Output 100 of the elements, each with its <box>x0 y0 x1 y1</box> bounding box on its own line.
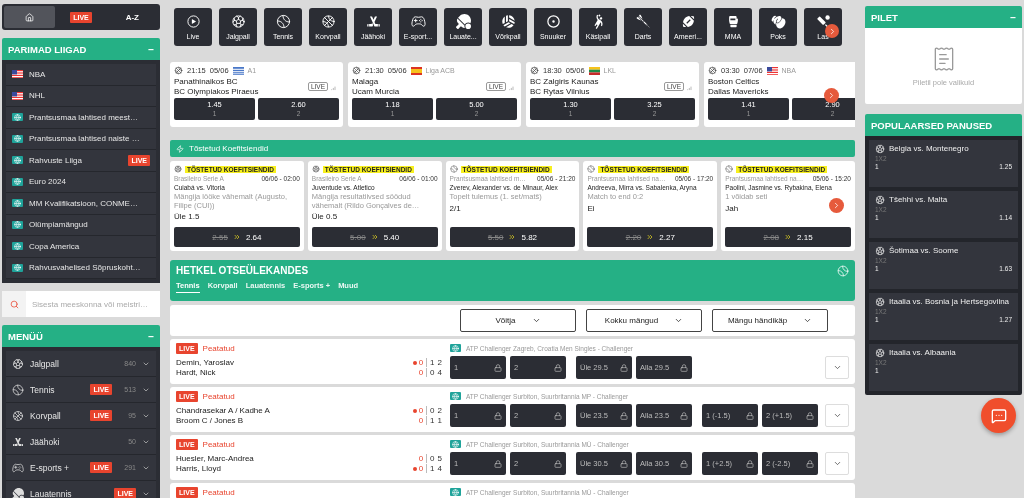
odds-button[interactable]: 5.00 5.40 <box>311 227 438 247</box>
sidebar-tab[interactable] <box>4 6 56 28</box>
chevron-down-icon <box>674 316 684 325</box>
chat-icon <box>990 407 1007 424</box>
tennis-ball-icon <box>837 265 849 277</box>
player-name: Hardt, Nick <box>176 368 217 377</box>
game-points: 0 <box>418 406 428 415</box>
lock-icon <box>494 459 502 468</box>
double-chevron-icon <box>508 233 517 241</box>
basketball-icon <box>530 66 539 75</box>
set-score: 5 <box>437 454 442 463</box>
market-dropdown[interactable]: Kokku mängud <box>586 309 702 332</box>
odds-button[interactable]: 2.20 2.27 <box>587 227 714 247</box>
panel-title: MENÜÜ <box>8 330 43 342</box>
globe-icon <box>450 392 461 400</box>
team-name: Boston Celtics <box>708 77 761 86</box>
selection: Jah <box>725 203 739 213</box>
league-item[interactable]: MM Kvalifikatsioon, CONME… <box>6 193 156 215</box>
team-name: Malaga <box>352 77 380 86</box>
player-name: Demin, Yaroslav <box>176 358 235 367</box>
lock-icon <box>746 411 754 420</box>
double-chevron-icon <box>784 233 793 241</box>
league-item[interactable]: Rahvusvahelised Sõpruskoht… <box>6 257 156 279</box>
league-item[interactable]: Copa America <box>6 236 156 258</box>
team-name: Ucam Murcia <box>352 87 400 96</box>
selection: Ei <box>587 203 595 213</box>
football-icon <box>875 144 885 154</box>
set-score: 0 <box>430 406 435 415</box>
chevron-right-icon <box>832 201 841 210</box>
basketball-icon <box>352 66 361 75</box>
lock-icon <box>680 363 688 372</box>
set-score: 1 <box>430 358 435 367</box>
league-item[interactable]: Prantsusmaa lahtised naiste … <box>6 128 156 150</box>
match-name: Tšehhi vs. Malta <box>889 195 948 204</box>
game-points: 0 <box>418 368 428 377</box>
lock-icon <box>806 411 814 420</box>
odds-button[interactable]: 2.55 2.64 <box>174 227 300 247</box>
lock-icon <box>554 459 562 468</box>
globe-icon <box>450 344 461 352</box>
search-field[interactable]: Sisesta meeskonna või meistri… <box>2 291 160 317</box>
match-name: Belgia vs. Montenegro <box>889 144 969 153</box>
chevron-down-icon <box>832 363 842 372</box>
chevron-down-icon <box>803 316 813 325</box>
panel-title: POPULAARSED PANUSED <box>871 119 993 131</box>
team-name: Dallas Mavericks <box>708 87 769 96</box>
lock-icon <box>554 363 562 372</box>
team-name: Panathinaikos BC <box>174 77 239 86</box>
chevron-right-icon <box>827 91 836 100</box>
football-icon <box>875 195 885 205</box>
chevron-down-icon <box>531 316 541 325</box>
player-name: Chandrasekar A / Kadhe A <box>176 406 271 415</box>
lock-icon <box>554 411 562 420</box>
football-icon <box>875 297 885 307</box>
league-item[interactable]: Prantsusmaa lahtised meest… <box>6 107 156 129</box>
market-dropdown[interactable]: Mängu händikäp <box>712 309 828 332</box>
league-item[interactable]: Euro 2024 <box>6 171 156 193</box>
match-status: Peatatud <box>202 439 235 449</box>
team-name: BC Zalgiris Kaunas <box>530 77 599 86</box>
globe-icon <box>450 440 461 448</box>
market-dropdown[interactable]: Võitja <box>460 309 576 332</box>
lock-icon <box>620 459 628 468</box>
double-chevron-icon <box>646 233 655 241</box>
lock-icon <box>620 411 628 420</box>
panel-title: PARIMAD LIIGAD <box>8 43 87 55</box>
set-score: 2 <box>437 406 442 415</box>
league-item[interactable]: NBA <box>6 64 156 86</box>
football-icon <box>875 246 885 256</box>
basketball-icon <box>708 66 717 75</box>
chevron-down-icon <box>832 411 842 420</box>
panel-title: PILET <box>871 11 898 23</box>
set-score: 0 <box>430 368 435 377</box>
odds-button[interactable]: 2.08 2.15 <box>725 227 851 247</box>
league-item[interactable]: Olümpiamängud <box>6 214 156 236</box>
chevron-down-icon <box>832 459 842 468</box>
match-status: Peatatud <box>202 343 235 353</box>
game-points: 0 <box>418 416 428 425</box>
lock-icon <box>680 459 688 468</box>
set-score: 1 <box>430 464 435 473</box>
sidebar-tab[interactable]: A-Z <box>106 6 158 28</box>
game-points: 0 <box>418 358 428 367</box>
league-item[interactable]: NHL <box>6 85 156 107</box>
double-chevron-icon <box>232 233 241 241</box>
basketball-icon <box>174 66 183 75</box>
lock-icon <box>620 363 628 372</box>
chat-button[interactable] <box>981 398 1016 433</box>
team-name: BC Rytas Vilnius <box>530 87 591 96</box>
lightning-icon <box>176 144 184 153</box>
player-name: Huesler, Marc-Andrea <box>176 454 255 463</box>
match-name: Šotimaa vs. Soome <box>889 246 959 255</box>
match-name: Itaalia vs. Bosnia ja Hertsegoviina <box>889 297 1010 306</box>
set-score: 1 <box>437 416 442 425</box>
odds-button[interactable]: 5.50 5.82 <box>449 227 576 247</box>
match-status: Peatatud <box>202 391 235 401</box>
set-score: 4 <box>437 464 442 473</box>
set-score: 4 <box>437 368 442 377</box>
lock-icon <box>806 459 814 468</box>
selection: Üle 1.5 <box>174 212 200 221</box>
match-name: Itaalia vs. Albaania <box>889 348 956 357</box>
player-name: Harris, Lloyd <box>176 464 222 473</box>
lock-icon <box>494 363 502 372</box>
